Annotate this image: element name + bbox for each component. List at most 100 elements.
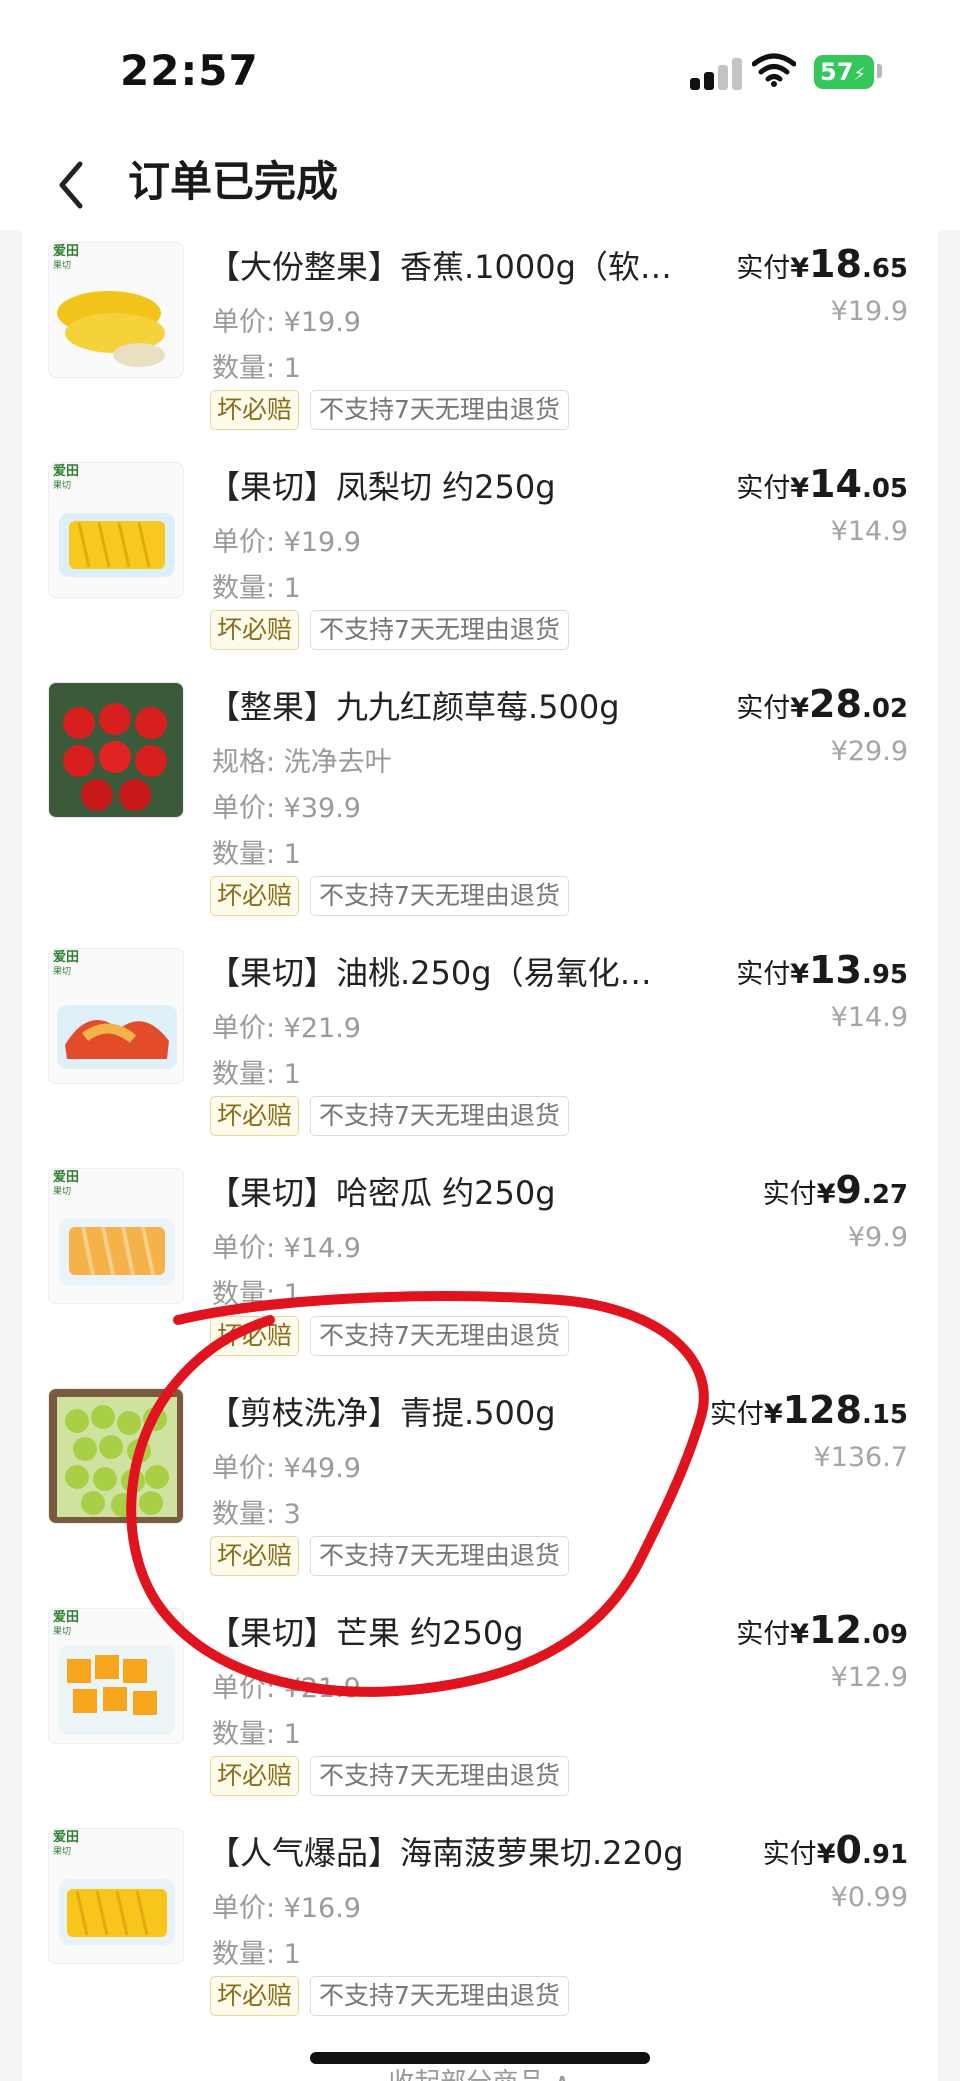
- brand-logo: 爱田 果切: [53, 1610, 80, 1638]
- item-quantity: 数量: 1: [212, 353, 301, 384]
- paid-integer: 13: [809, 948, 862, 992]
- tag-damage-guarantee: 坏必赔: [210, 1316, 300, 1356]
- paid-label: 实付: [736, 959, 791, 990]
- tag-damage-guarantee: 坏必赔: [210, 876, 300, 916]
- item-title[interactable]: 【果切】芒果 约250g: [208, 1608, 524, 1654]
- item-unit-price: 单价: ¥21.9: [212, 1673, 361, 1704]
- paid-integer: 18: [809, 242, 862, 286]
- paid-decimal: .15: [861, 1400, 908, 1430]
- price-paid: 实付¥18.65: [638, 242, 938, 286]
- brand-logo: 爱田 果切: [53, 244, 80, 272]
- currency-symbol: ¥: [790, 959, 810, 990]
- paid-integer: 128: [782, 1388, 862, 1432]
- brand-logo: 爱田 果切: [53, 1170, 80, 1198]
- item-quantity: 数量: 1: [212, 839, 301, 870]
- item-title[interactable]: 【果切】凤梨切 约250g: [208, 462, 556, 508]
- order-item[interactable]: 爱田 果切 【果切】哈密瓜 约250g 单价: ¥14.9 数量: 1 坏必赔 不支持7天无…: [22, 1168, 938, 1360]
- nav-bar: 订单已完成: [0, 140, 960, 230]
- order-item[interactable]: 爱田 果切 【人气爆品】海南菠萝果切.220g 单价: ¥16.9 数量: 1 坏必赔 不支…: [22, 1828, 938, 2020]
- product-thumbnail[interactable]: 爱田 果切: [48, 1168, 184, 1304]
- product-thumbnail[interactable]: 爱田 果切: [48, 462, 184, 598]
- order-item[interactable]: 爱田 果切 【果切】油桃.250g（易氧化… 单价: ¥21.9 数量: 1 坏必赔 不支持…: [22, 948, 938, 1140]
- item-title[interactable]: 【果切】哈密瓜 约250g: [208, 1168, 556, 1214]
- paid-label: 实付: [762, 1839, 817, 1870]
- product-thumbnail[interactable]: [48, 1388, 184, 1524]
- battery-level: 57: [820, 58, 854, 86]
- back-arrow-icon[interactable]: [50, 150, 100, 220]
- currency-symbol: ¥: [790, 253, 810, 284]
- paid-decimal: .27: [861, 1180, 908, 1210]
- currency-symbol: ¥: [790, 473, 810, 504]
- product-thumbnail[interactable]: 爱田 果切: [48, 1828, 184, 1964]
- price-paid: 实付¥128.15: [638, 1388, 938, 1432]
- currency-symbol: ¥: [763, 1399, 783, 1430]
- paid-decimal: .95: [861, 960, 908, 990]
- currency-symbol: ¥: [790, 693, 810, 724]
- tag-damage-guarantee: 坏必赔: [210, 610, 300, 650]
- brand-logo: 爱田 果切: [53, 464, 80, 492]
- paid-integer: 12: [809, 1608, 862, 1652]
- item-title[interactable]: 【果切】油桃.250g（易氧化…: [208, 948, 652, 994]
- item-title[interactable]: 【剪枝洗净】青提.500g: [208, 1388, 556, 1434]
- order-item[interactable]: 【剪枝洗净】青提.500g 单价: ¥49.9 数量: 3 坏必赔 不支持7天无理由退货…: [22, 1388, 938, 1580]
- status-time: 22:57: [120, 46, 259, 95]
- battery-cap: [877, 64, 882, 78]
- tag-damage-guarantee: 坏必赔: [210, 1756, 300, 1796]
- item-unit-price: 单价: ¥39.9: [212, 793, 361, 824]
- item-quantity: 数量: 1: [212, 1719, 301, 1750]
- order-item[interactable]: 爱田 果切 【果切】芒果 约250g 单价: ¥21.9 数量: 1 坏必赔 不支持7天无理…: [22, 1608, 938, 1800]
- product-thumbnail[interactable]: [48, 682, 184, 818]
- order-item[interactable]: 爱田 果切 【果切】凤梨切 约250g 单价: ¥19.9 数量: 1 坏必赔 不支持7天无…: [22, 462, 938, 654]
- tag-damage-guarantee: 坏必赔: [210, 1096, 300, 1136]
- cellular-signal-icon: [690, 58, 750, 90]
- paid-decimal: .65: [861, 254, 908, 284]
- price-paid: 实付¥9.27: [638, 1168, 938, 1212]
- product-thumbnail[interactable]: 爱田 果切: [48, 242, 184, 378]
- order-item-list: 爱田 果切 【大份整果】香蕉.1000g（软… 单价: ¥19.9 数量: 1 坏必赔 不支…: [22, 226, 938, 2081]
- price-paid: 实付¥14.05: [638, 462, 938, 506]
- order-item[interactable]: 【整果】九九红颜草莓.500g 规格: 洗净去叶 单价: ¥39.9 数量: 1 坏必赔…: [22, 682, 938, 920]
- tag-damage-guarantee: 坏必赔: [210, 1976, 300, 2016]
- item-title[interactable]: 【人气爆品】海南菠萝果切.220g: [208, 1828, 684, 1874]
- price-original: ¥29.9: [830, 736, 908, 767]
- item-unit-price: 单价: ¥49.9: [212, 1453, 361, 1484]
- tag-no-7day-return: 不支持7天无理由退货: [310, 610, 569, 650]
- collapse-items-link[interactable]: 收起部分商品 ∧: [0, 2062, 960, 2081]
- item-quantity: 数量: 1: [212, 1059, 301, 1090]
- brand-logo: 爱田 果切: [53, 950, 80, 978]
- price-original: ¥19.9: [830, 296, 908, 327]
- tag-no-7day-return: 不支持7天无理由退货: [310, 1096, 569, 1136]
- item-spec: 规格: 洗净去叶: [212, 747, 392, 778]
- home-indicator: [310, 2052, 650, 2064]
- item-title[interactable]: 【整果】九九红颜草莓.500g: [208, 682, 620, 728]
- currency-symbol: ¥: [816, 1179, 836, 1210]
- price-original: ¥136.7: [813, 1442, 908, 1473]
- product-thumbnail[interactable]: 爱田 果切: [48, 1608, 184, 1744]
- paid-integer: 9: [835, 1168, 862, 1212]
- status-bar: 22:57 57⚡: [0, 0, 960, 140]
- price-paid: 实付¥28.02: [638, 682, 938, 726]
- item-quantity: 数量: 1: [212, 1939, 301, 1970]
- item-unit-price: 单价: ¥19.9: [212, 307, 361, 338]
- paid-label: 实付: [736, 693, 791, 724]
- price-original: ¥0.99: [830, 1882, 908, 1913]
- product-thumbnail[interactable]: 爱田 果切: [48, 948, 184, 1084]
- paid-integer: 0: [835, 1828, 862, 1872]
- order-item[interactable]: 爱田 果切 【大份整果】香蕉.1000g（软… 单价: ¥19.9 数量: 1 坏必赔 不支…: [22, 242, 938, 434]
- tag-damage-guarantee: 坏必赔: [210, 390, 300, 430]
- paid-decimal: .05: [861, 474, 908, 504]
- paid-label: 实付: [736, 1619, 791, 1650]
- currency-symbol: ¥: [790, 1619, 810, 1650]
- paid-label: 实付: [736, 473, 791, 504]
- price-original: ¥14.9: [830, 1002, 908, 1033]
- tag-no-7day-return: 不支持7天无理由退货: [310, 1316, 569, 1356]
- price-paid: 实付¥13.95: [638, 948, 938, 992]
- paid-label: 实付: [736, 253, 791, 284]
- tag-no-7day-return: 不支持7天无理由退货: [310, 876, 569, 916]
- tag-damage-guarantee: 坏必赔: [210, 1536, 300, 1576]
- paid-decimal: .91: [861, 1840, 908, 1870]
- price-original: ¥12.9: [830, 1662, 908, 1693]
- paid-integer: 14: [809, 462, 862, 506]
- price-original: ¥9.9: [847, 1222, 908, 1253]
- item-title[interactable]: 【大份整果】香蕉.1000g（软…: [208, 242, 672, 288]
